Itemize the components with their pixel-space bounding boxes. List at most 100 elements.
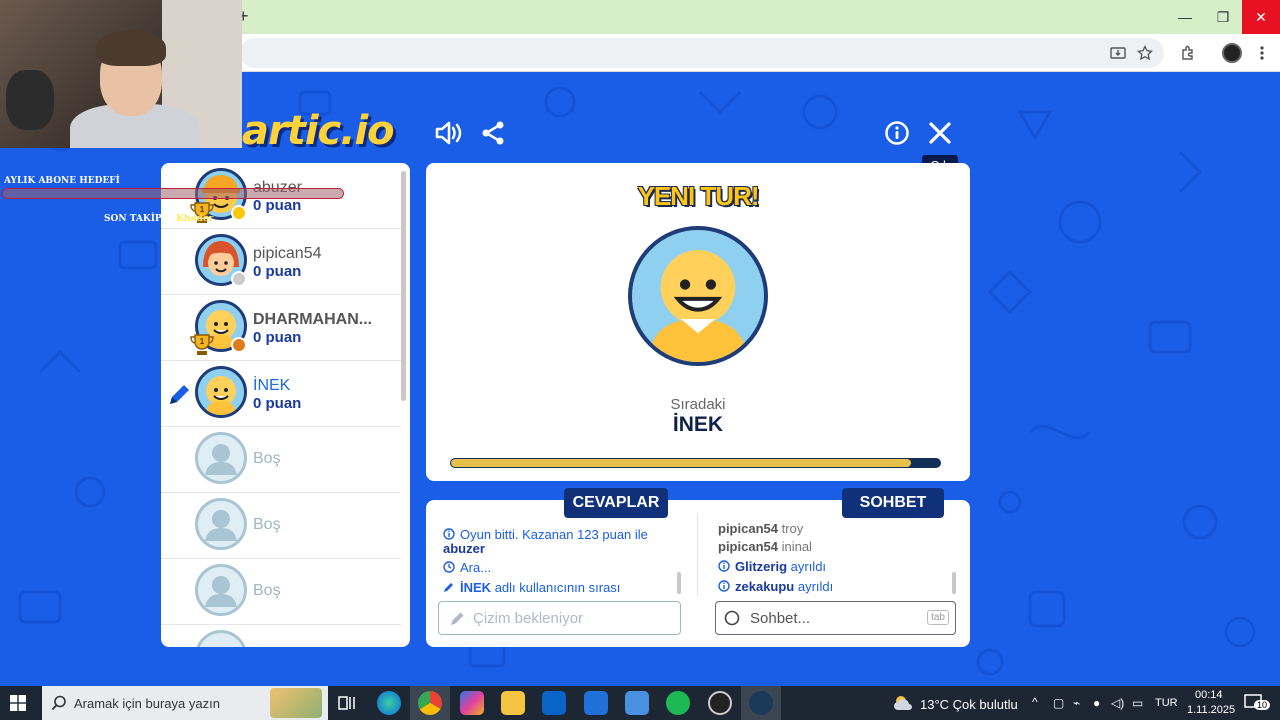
meet-icon[interactable]: ▢	[1053, 696, 1064, 710]
drawing-pencil-icon	[170, 385, 189, 404]
edge-icon[interactable]	[377, 691, 401, 715]
drawing-board: YENI TUR! Sıradaki İNEK	[426, 163, 970, 481]
svg-text:1: 1	[200, 337, 205, 346]
notification-center[interactable]: 10	[1244, 694, 1271, 712]
info-icon	[718, 560, 730, 572]
answers-scrollbar[interactable]	[677, 572, 681, 594]
mic-icon[interactable]: ●	[1093, 696, 1100, 710]
answer-message: Oyun bitti. Kazanan 123 puan ile	[443, 527, 648, 542]
store-icon[interactable]	[584, 691, 608, 715]
empty-avatar-icon	[195, 432, 247, 484]
outlook-icon[interactable]	[542, 691, 566, 715]
address-bar[interactable]	[240, 38, 1164, 68]
player-row[interactable]: pipican54 0 puan	[161, 229, 401, 295]
minimize-button[interactable]: —	[1166, 0, 1204, 34]
share-icon[interactable]	[476, 116, 510, 150]
bookmark-star-icon[interactable]	[1134, 42, 1156, 64]
webcam-person-hair	[96, 30, 166, 66]
last-follower-name: Khoder	[176, 214, 214, 224]
search-icon	[51, 695, 66, 711]
drawer-name: İNEK	[460, 580, 492, 595]
chat-message: pipican54 ininal	[718, 539, 812, 554]
copilot-icon[interactable]	[460, 691, 484, 715]
taskbar-search[interactable]: Aramak için buraya yazın	[42, 686, 328, 720]
empty-slot-label: Boş	[253, 582, 281, 599]
chat-placeholder: Sohbet...	[750, 610, 811, 627]
player-avatar	[195, 366, 247, 418]
info-icon	[443, 528, 455, 540]
windows-start-icon[interactable]	[10, 695, 26, 711]
empty-avatar-icon	[195, 498, 247, 550]
chat-text: troy	[781, 521, 804, 536]
tray-expand-icon[interactable]: ^	[1032, 695, 1038, 709]
volume-icon[interactable]: ◁)	[1111, 696, 1124, 710]
network-icon[interactable]: ⌁	[1073, 696, 1080, 710]
clock-time[interactable]: 00:14	[1195, 689, 1223, 701]
panel-divider	[697, 514, 698, 596]
round-timer-bar	[450, 458, 941, 468]
player-score: 0 puan	[253, 329, 302, 346]
restore-button[interactable]: ❐	[1204, 0, 1242, 34]
clock-date[interactable]: 1.11.2025	[1187, 704, 1235, 716]
chat-scrollbar[interactable]	[952, 572, 956, 594]
player-row[interactable]: 1 DHARMAHAN... 0 puan	[161, 295, 401, 361]
empty-slot: Boş	[161, 427, 401, 493]
player-status-dot	[231, 337, 247, 353]
chat-text: ayrıldı	[797, 579, 834, 594]
install-app-icon[interactable]	[1107, 42, 1129, 64]
empty-slot-label: Boş	[253, 450, 281, 467]
player-row[interactable]: İNEK 0 puan	[161, 361, 401, 427]
chat-input[interactable]: Sohbet... tab	[715, 601, 956, 635]
trophy-icon: 1	[190, 334, 214, 355]
chat-message: Glitzerig ayrıldı	[718, 559, 826, 574]
obs-icon[interactable]	[708, 691, 732, 715]
chrome-icon[interactable]	[418, 691, 442, 715]
chat-user: pipican54	[718, 521, 778, 536]
subscriber-goal-label: AYLIK ABONE HEDEFİ	[4, 176, 120, 186]
round-timer-fill	[451, 459, 911, 467]
player-status-dot	[231, 271, 247, 287]
close-window-button[interactable]: ✕	[1242, 0, 1280, 34]
search-highlight-image	[270, 688, 322, 718]
extensions-icon[interactable]	[1177, 42, 1199, 64]
clock-icon	[443, 561, 455, 573]
chat-user: zekakupu	[735, 579, 795, 594]
chat-message: zekakupu ayrıldı	[718, 579, 833, 594]
last-follower-title: SON TAKİPÇİ	[104, 214, 174, 224]
player-score: 0 puan	[253, 197, 302, 214]
pencil-icon	[451, 612, 464, 625]
sound-icon[interactable]	[432, 116, 466, 150]
next-player-label: Sıradaki	[670, 396, 726, 413]
photos-icon[interactable]	[625, 691, 649, 715]
display-icon[interactable]: ▭	[1132, 696, 1143, 710]
steam-icon[interactable]	[749, 691, 773, 715]
weather-text[interactable]: 13°C Çok bulutlu	[920, 697, 1018, 712]
player-score: 0 puan	[253, 263, 302, 280]
profile-avatar[interactable]	[1222, 43, 1242, 63]
last-follower-label: SON TAKİPÇİ Khoder	[104, 214, 213, 224]
round-title: YENI TUR!	[637, 181, 760, 211]
guess-input[interactable]: Çizim bekleniyor	[438, 601, 681, 635]
language-indicator[interactable]: TUR	[1155, 697, 1178, 709]
players-panel: 1 abuzer 0 puan pipican54 0 puan 1 DHARM…	[161, 163, 410, 647]
spotify-icon[interactable]	[666, 691, 690, 715]
browser-menu-icon[interactable]	[1251, 42, 1273, 64]
file-explorer-icon[interactable]	[501, 691, 525, 715]
tab-chat[interactable]: SOHBET	[842, 488, 944, 518]
chat-text: ininal	[781, 539, 812, 554]
task-view-icon[interactable]	[338, 695, 356, 711]
players-scrollbar[interactable]	[401, 171, 406, 401]
player-status-dot	[231, 205, 247, 221]
windows-taskbar: Aramak için buraya yazın 13°C Çok bulutl…	[0, 686, 1280, 720]
tab-answers[interactable]: CEVAPLAR	[564, 488, 668, 518]
info-icon[interactable]	[880, 116, 914, 150]
answer-message: İNEK adlı kullanıcının sırası	[443, 580, 620, 595]
search-placeholder: Aramak için buraya yazın	[74, 696, 220, 711]
exit-close-icon[interactable]	[923, 116, 957, 150]
empty-avatar-icon	[195, 564, 247, 616]
empty-slot-label: Boş	[253, 516, 281, 533]
player-name: İNEK	[253, 377, 291, 394]
player-name: DHARMAHAN...	[253, 311, 373, 328]
answers-chat-panel: CEVAPLAR SOHBET Oyun bitti. Kazanan 123 …	[426, 488, 970, 647]
notification-count: 10	[1254, 700, 1271, 710]
